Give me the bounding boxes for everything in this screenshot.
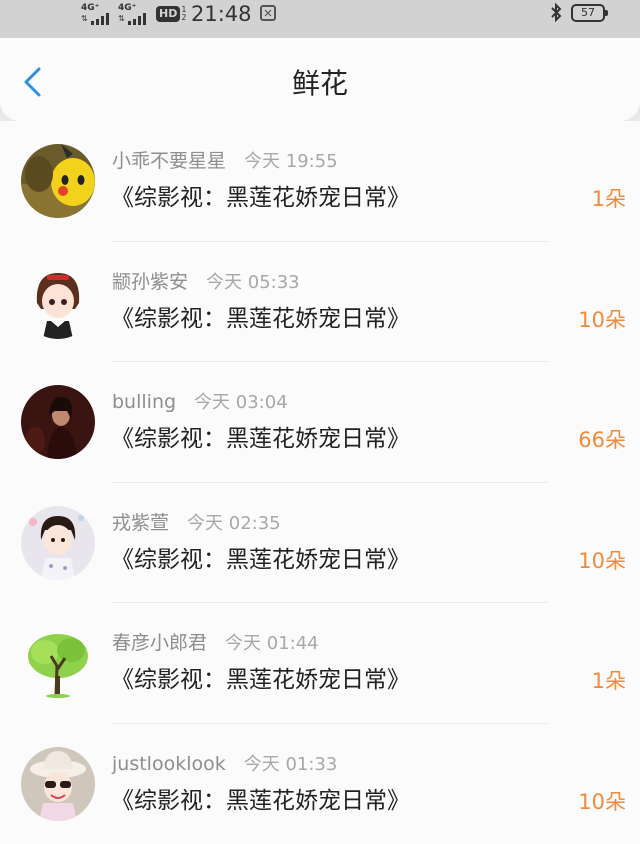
book-title: 《综影视：黑莲花娇宠日常》	[111, 667, 410, 693]
book-title: 《综影视：黑莲花娇宠日常》	[111, 426, 410, 452]
user-name: 戎紫萱	[112, 511, 170, 534]
avatar[interactable]	[21, 505, 95, 580]
flower-count: 66朵	[578, 428, 626, 452]
avatar[interactable]	[21, 144, 95, 218]
sim-icon	[260, 5, 276, 21]
avatar[interactable]	[21, 264, 95, 339]
hd-voice-icon: HD 12	[156, 4, 186, 24]
status-bar: 4G⁺ ⇅ 4G⁺ ⇅ HD 12 21:48 57	[0, 0, 640, 38]
timestamp: 今天 01:33	[243, 753, 338, 775]
user-name: 春彦小郎君	[112, 632, 208, 654]
list-item[interactable]: 戎紫萱 今天 02:35 《综影视：黑莲花娇宠日常》 10朵	[0, 483, 640, 603]
page-title: 鲜花	[291, 67, 348, 100]
cellular-signal-icon-2: 4G⁺ ⇅	[118, 3, 150, 27]
flower-count: 1朵	[591, 669, 626, 693]
list-item[interactable]: justlooklook 今天 01:33 《综影视：黑莲花娇宠日常》 10朵	[0, 724, 640, 844]
battery-icon: 57	[571, 4, 608, 22]
list-item[interactable]: bulling 今天 03:04 《综影视：黑莲花娇宠日常》 66朵	[0, 362, 640, 483]
user-name: justlooklook	[112, 752, 226, 775]
timestamp: 今天 02:35	[187, 512, 281, 534]
user-name: 小乖不要星星	[112, 150, 227, 172]
book-title: 《综影视：黑莲花娇宠日常》	[111, 546, 410, 573]
timestamp: 今天 03:04	[194, 392, 288, 413]
timestamp: 今天 01:44	[225, 633, 319, 654]
user-name: 颛孙紫安	[112, 270, 189, 293]
book-title: 《综影视：黑莲花娇宠日常》	[111, 185, 410, 211]
timestamp: 今天 19:55	[244, 151, 338, 172]
book-title: 《综影视：黑莲花娇宠日常》	[111, 305, 410, 332]
avatar[interactable]	[21, 626, 95, 700]
flower-count: 1朵	[591, 187, 626, 211]
avatar[interactable]	[21, 385, 95, 459]
nav-bar: 鲜花	[0, 38, 640, 121]
cellular-signal-icon: 4G⁺ ⇅	[81, 3, 113, 27]
clock: 21:48	[191, 2, 252, 26]
avatar[interactable]	[21, 746, 95, 821]
flower-count: 10朵	[578, 789, 626, 814]
flower-count: 10朵	[578, 548, 626, 573]
flower-count: 10朵	[578, 307, 626, 332]
list-item[interactable]: 颛孙紫安 今天 05:33 《综影视：黑莲花娇宠日常》 10朵	[0, 242, 640, 362]
user-name: bulling	[112, 391, 177, 413]
list-item[interactable]: 小乖不要星星 今天 19:55 《综影视：黑莲花娇宠日常》 1朵	[0, 121, 640, 242]
book-title: 《综影视：黑莲花娇宠日常》	[111, 787, 410, 814]
list-item[interactable]: 春彦小郎君 今天 01:44 《综影视：黑莲花娇宠日常》 1朵	[0, 603, 640, 724]
flower-list: 小乖不要星星 今天 19:55 《综影视：黑莲花娇宠日常》 1朵 颛孙紫安 今天 0…	[0, 121, 640, 844]
bluetooth-icon	[549, 2, 563, 28]
timestamp: 今天 05:33	[206, 271, 300, 293]
